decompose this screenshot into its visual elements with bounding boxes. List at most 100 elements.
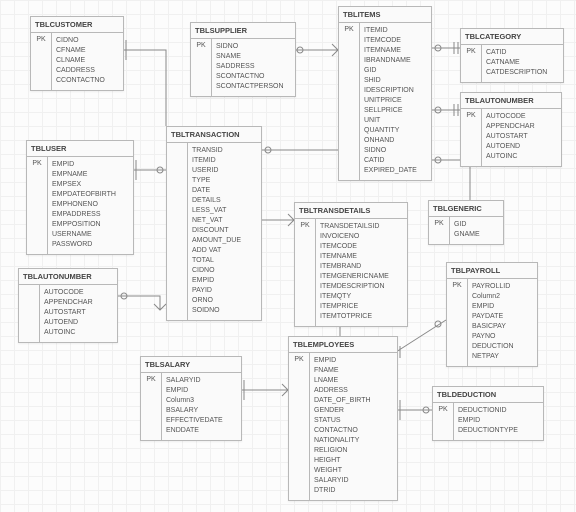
entity-title: TBLGENERIC [429, 201, 503, 217]
entity-tblcategory[interactable]: TBLCATEGORYPKCATIDCATNAMECATDESCRIPTION [460, 28, 564, 83]
column: ORNO [192, 296, 241, 306]
column: SCONTACTNO [216, 72, 284, 82]
column: DEDUCTIONID [458, 406, 518, 416]
column: CATNAME [486, 58, 547, 68]
column-list: EMPIDEMPNAMEEMPSEXEMPDATEOFBIRTHEMPHONEN… [48, 157, 121, 254]
entity-title: TBLCATEGORY [461, 29, 563, 45]
column: IDESCRIPTION [364, 86, 417, 96]
column: ITEMCODE [364, 36, 417, 46]
column: ITEMBRAND [320, 262, 389, 272]
entity-tbltransdetails[interactable]: TBLTRANSDETAILSPKTRANSDETAILSIDINVOICENO… [294, 202, 408, 327]
column: EMPID [458, 416, 518, 426]
column: EMPID [52, 160, 116, 170]
column: BASICPAY [472, 322, 514, 332]
column: EMPDATEOFBIRTH [52, 190, 116, 200]
entity-tblemployees[interactable]: TBLEMPLOYEESPKEMPIDFNAMELNAMEADDRESSDATE… [288, 336, 398, 501]
column: ITEMID [192, 156, 241, 166]
column-list: CATIDCATNAMECATDESCRIPTION [482, 45, 552, 82]
column: TOTAL [192, 256, 241, 266]
column: DETAILS [192, 196, 241, 206]
column: PAYDATE [472, 312, 514, 322]
entity-title: TBLTRANSACTION [167, 127, 261, 143]
column: SHID [364, 76, 417, 86]
column: LNAME [314, 376, 371, 386]
column: LESS_VAT [192, 206, 241, 216]
column: ITEMGENERICNAME [320, 272, 389, 282]
column: ENDDATE [166, 426, 223, 436]
column: CONTACTNO [314, 426, 371, 436]
column: DEDUCTIONTYPE [458, 426, 518, 436]
column: AUTOINC [44, 328, 93, 338]
column: SCONTACTPERSON [216, 82, 284, 92]
pk-column: PK [447, 279, 468, 366]
column-list: AUTOCODEAPPENDCHARAUTOSTARTAUTOENDAUTOIN… [40, 285, 98, 342]
pk-column: PK [339, 23, 360, 180]
column: CIDNO [56, 36, 105, 46]
entity-tbltransaction[interactable]: TBLTRANSACTIONTRANSIDITEMIDUSERIDTYPEDAT… [166, 126, 262, 321]
column: AUTOSTART [44, 308, 93, 318]
column: PAYNO [472, 332, 514, 342]
column: GNAME [454, 230, 480, 240]
column: EMPPOSITION [52, 220, 116, 230]
entity-tblautonumber_r[interactable]: TBLAUTONUMBERPKAUTOCODEAPPENDCHARAUTOSTA… [460, 92, 562, 167]
column: PASSWORD [52, 240, 116, 250]
column: UNIT [364, 116, 417, 126]
column: ITEMDESCRIPTION [320, 282, 389, 292]
column: CCONTACTNO [56, 76, 105, 86]
pk-column: PK [31, 33, 52, 90]
column: NETPAY [472, 352, 514, 362]
entity-tblsupplier[interactable]: TBLSUPPLIERPKSIDNOSNAMESADDRESSSCONTACTN… [190, 22, 296, 97]
column: EMPADDRESS [52, 210, 116, 220]
entity-tbluser[interactable]: TBLUSERPKEMPIDEMPNAMEEMPSEXEMPDATEOFBIRT… [26, 140, 134, 255]
column-list: ITEMIDITEMCODEITEMNAMEIBRANDNAMEGIDSHIDI… [360, 23, 422, 180]
column: AUTOEND [44, 318, 93, 328]
column: AUTOSTART [486, 132, 535, 142]
entity-tblcustomer[interactable]: TBLCUSTOMERPKCIDNOCFNAMECLNAMECADDRESSCC… [30, 16, 124, 91]
column: Column2 [472, 292, 514, 302]
entity-tbldeduction[interactable]: TBLDEDUCTIONPKDEDUCTIONIDEMPIDDEDUCTIONT… [432, 386, 544, 441]
column: DTRID [314, 486, 371, 496]
entity-title: TBLAUTONUMBER [461, 93, 561, 109]
column: CIDNO [192, 266, 241, 276]
pk-column: PK [461, 45, 482, 82]
entity-title: TBLCUSTOMER [31, 17, 123, 33]
pk-column: PK [433, 403, 454, 440]
entity-title: TBLPAYROLL [447, 263, 537, 279]
column: IBRANDNAME [364, 56, 417, 66]
entity-tblitems[interactable]: TBLITEMSPKITEMIDITEMCODEITEMNAMEIBRANDNA… [338, 6, 432, 181]
entity-tblgeneric[interactable]: TBLGENERICPKGIDGNAME [428, 200, 504, 245]
entity-tblpayroll[interactable]: TBLPAYROLLPKPAYROLLIDColumn2EMPIDPAYDATE… [446, 262, 538, 367]
column: ITEMQTY [320, 292, 389, 302]
column-list: TRANSDETAILSIDINVOICENOITEMCODEITEMNAMEI… [316, 219, 394, 326]
column: FNAME [314, 366, 371, 376]
column: EFFECTIVEDATE [166, 416, 223, 426]
column: BSALARY [166, 406, 223, 416]
column: USERNAME [52, 230, 116, 240]
column: NATIONALITY [314, 436, 371, 446]
column: GID [364, 66, 417, 76]
column: HEIGHT [314, 456, 371, 466]
pk-column: PK [429, 217, 450, 244]
column: CATDESCRIPTION [486, 68, 547, 78]
column: ITEMNAME [320, 252, 389, 262]
pk-column: PK [27, 157, 48, 254]
column: DEDUCTION [472, 342, 514, 352]
column: AUTOEND [486, 142, 535, 152]
column: ONHAND [364, 136, 417, 146]
column: EMPID [472, 302, 514, 312]
column: CLNAME [56, 56, 105, 66]
column: SADDRESS [216, 62, 284, 72]
entity-tblsalary[interactable]: TBLSALARYPKSALARYIDEMPIDColumn3BSALARYEF… [140, 356, 242, 441]
entity-title: TBLSUPPLIER [191, 23, 295, 39]
entity-title: TBLAUTONUMBER [19, 269, 117, 285]
column: CATID [364, 156, 417, 166]
column: QUANTITY [364, 126, 417, 136]
pk-column [19, 285, 40, 342]
column: ITEMTOTPRICE [320, 312, 389, 322]
column: CFNAME [56, 46, 105, 56]
entity-tblautonumber_l[interactable]: TBLAUTONUMBERAUTOCODEAPPENDCHARAUTOSTART… [18, 268, 118, 343]
column: EMPID [192, 276, 241, 286]
column: AUTOCODE [44, 288, 93, 298]
pk-column: PK [461, 109, 482, 166]
column: ITEMPRICE [320, 302, 389, 312]
